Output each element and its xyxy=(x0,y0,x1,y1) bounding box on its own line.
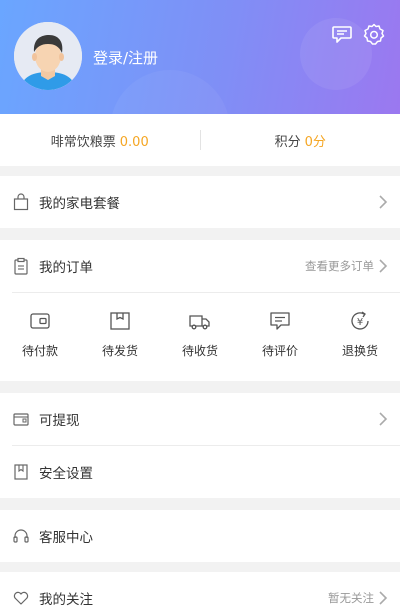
more-orders-text: 查看更多订单 xyxy=(305,259,374,273)
points-stat[interactable]: 积分 0分 xyxy=(201,131,400,150)
heart-icon xyxy=(12,589,30,607)
headset-icon xyxy=(12,527,30,545)
login-register-link[interactable]: 登录/注册 xyxy=(93,47,158,68)
no-follows-text: 暂无关注 xyxy=(328,591,374,605)
avatar-image xyxy=(14,22,82,90)
box-icon xyxy=(110,312,130,330)
withdrawable-row[interactable]: 可提现 xyxy=(0,393,400,445)
gear-icon[interactable] xyxy=(362,22,386,46)
wallet-icon xyxy=(30,313,50,329)
account-section: 可提现 安全设置 xyxy=(0,393,400,498)
order-status-label: 待发货 xyxy=(101,344,138,358)
coupon-label: 啡常饮粮票 xyxy=(50,134,116,150)
appliance-section: 我的家电套餐 xyxy=(0,176,400,228)
bookmark-icon xyxy=(12,463,30,481)
my-follows-row[interactable]: 我的关注 暂无关注 xyxy=(0,572,400,616)
security-settings-row[interactable]: 安全设置 xyxy=(0,446,400,498)
points-label: 积分 xyxy=(274,134,301,150)
my-follows-label: 我的关注 xyxy=(39,592,93,608)
message-icon[interactable] xyxy=(330,22,354,46)
customer-service-label: 客服中心 xyxy=(39,530,93,546)
coupon-stat[interactable]: 啡常饮粮票 0.00 xyxy=(0,131,200,150)
order-status-grid: 待付款 待发货 待收货 待评价 ¥ 退换货 xyxy=(0,293,400,381)
stats-bar: 啡常饮粮票 0.00 积分 0分 xyxy=(0,114,400,166)
security-settings-label: 安全设置 xyxy=(39,466,93,482)
chevron-right-icon xyxy=(379,259,388,273)
order-status-label: 待收货 xyxy=(181,344,218,358)
my-orders-row[interactable]: 我的订单 查看更多订单 xyxy=(0,240,400,292)
order-status-label: 退换货 xyxy=(341,344,378,358)
order-status-label: 待付款 xyxy=(21,344,58,358)
points-value: 0分 xyxy=(304,134,326,150)
follows-section: 我的关注 暂无关注 xyxy=(0,572,400,616)
decorative-circle xyxy=(110,70,230,114)
customer-service-row[interactable]: 客服中心 xyxy=(0,510,400,562)
clipboard-icon xyxy=(12,257,30,275)
svg-text:¥: ¥ xyxy=(357,317,363,328)
orders-section: 我的订单 查看更多订单 待付款 待发货 待收货 待评价 ¥ 退换货 xyxy=(0,240,400,381)
coupon-value: 0.00 xyxy=(119,134,149,150)
order-status-pending-payment[interactable]: 待付款 xyxy=(0,309,80,381)
bag-icon xyxy=(12,193,30,211)
withdrawable-label: 可提现 xyxy=(39,413,80,429)
profile-header: 登录/注册 xyxy=(0,0,400,114)
chevron-right-icon xyxy=(379,195,388,209)
avatar[interactable] xyxy=(14,22,82,90)
truck-icon xyxy=(189,315,210,330)
more-orders-link[interactable]: 查看更多订单 xyxy=(305,240,388,292)
my-orders-label: 我的订单 xyxy=(39,260,93,276)
order-status-pending-review[interactable]: 待评价 xyxy=(240,309,320,381)
comment-icon xyxy=(270,312,290,330)
chevron-right-icon xyxy=(379,591,388,605)
refund-icon: ¥ xyxy=(351,311,369,330)
wallet-icon xyxy=(12,410,30,428)
chevron-right-icon xyxy=(379,412,388,426)
appliance-package-label: 我的家电套餐 xyxy=(39,196,120,212)
appliance-package-row[interactable]: 我的家电套餐 xyxy=(0,176,400,228)
order-status-pending-receipt[interactable]: 待收货 xyxy=(160,309,240,381)
order-status-refund[interactable]: ¥ 退换货 xyxy=(320,309,400,381)
service-section: 客服中心 xyxy=(0,510,400,562)
order-status-pending-shipment[interactable]: 待发货 xyxy=(80,309,160,381)
order-status-label: 待评价 xyxy=(261,344,298,358)
